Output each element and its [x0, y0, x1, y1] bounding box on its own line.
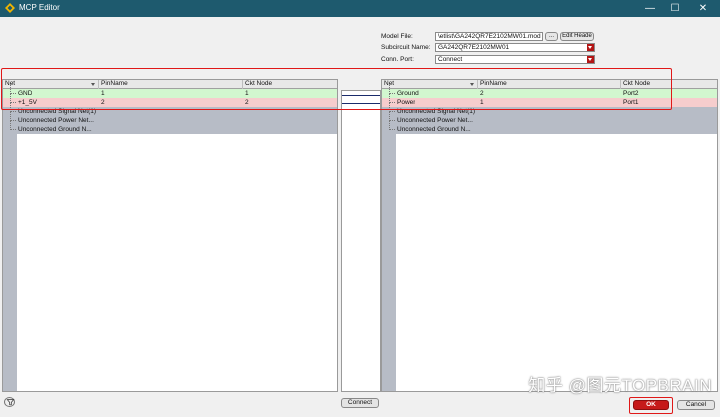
tree-gutter: [3, 134, 17, 391]
watermark: 知乎 @图元TOPBRAIN: [528, 376, 712, 395]
tree-gutter: [382, 134, 396, 391]
cancel-button[interactable]: Cancel: [677, 400, 715, 410]
close-button[interactable]: ✕: [693, 2, 713, 15]
conn-port-value: Connect: [438, 56, 463, 63]
tree-connector: [10, 121, 16, 130]
tree-connector: [389, 112, 395, 121]
tree-connector: [10, 112, 16, 121]
connect-button[interactable]: Connect: [341, 398, 379, 408]
tree-connector: [389, 121, 395, 130]
group-label: Unconnected Power Net...: [397, 117, 473, 124]
app-logo-icon: [5, 3, 15, 13]
edit-header-button[interactable]: Edit Heade: [560, 32, 594, 41]
connection-view: [341, 90, 381, 392]
group-label: Unconnected Ground N...: [397, 126, 471, 133]
subcircuit-value: GA242QR7E2102MW01: [438, 44, 510, 51]
minimize-button[interactable]: —: [640, 2, 660, 15]
group-row[interactable]: Unconnected Power Net...: [382, 112, 717, 125]
model-file-label: Model File:: [381, 33, 413, 40]
left-net-grid: Net PinName Ckt Node GND 1 1 +1_5V 2 2 U…: [2, 79, 338, 392]
filter-icon[interactable]: [4, 397, 15, 407]
conn-port-select[interactable]: Connect: [435, 55, 595, 64]
group-row[interactable]: Unconnected Power Net...: [3, 112, 337, 125]
ok-button[interactable]: OK: [633, 400, 669, 410]
right-net-grid: Net PinName Ckt Node Ground 2 Port2 Powe…: [381, 79, 718, 392]
subcircuit-label: Subcircuit Name:: [381, 44, 431, 51]
highlight-box-nets: [1, 68, 672, 110]
group-label: Unconnected Power Net...: [18, 117, 94, 124]
conn-port-label: Conn. Port:: [381, 56, 414, 63]
group-label: Unconnected Ground N...: [18, 126, 92, 133]
model-file-field[interactable]: \etlist\GA242QR7E2102MW01.mod: [435, 32, 543, 41]
chevron-down-icon[interactable]: [587, 56, 594, 63]
group-row[interactable]: Unconnected Ground N...: [382, 121, 717, 134]
subcircuit-select[interactable]: GA242QR7E2102MW01: [435, 43, 595, 52]
window-title: MCP Editor: [19, 3, 60, 12]
title-bar: MCP Editor — ☐ ✕: [0, 0, 720, 17]
maximize-button[interactable]: ☐: [665, 2, 685, 15]
group-row[interactable]: Unconnected Ground N...: [3, 121, 337, 134]
browse-button[interactable]: ...: [545, 32, 558, 41]
chevron-down-icon[interactable]: [587, 44, 594, 51]
